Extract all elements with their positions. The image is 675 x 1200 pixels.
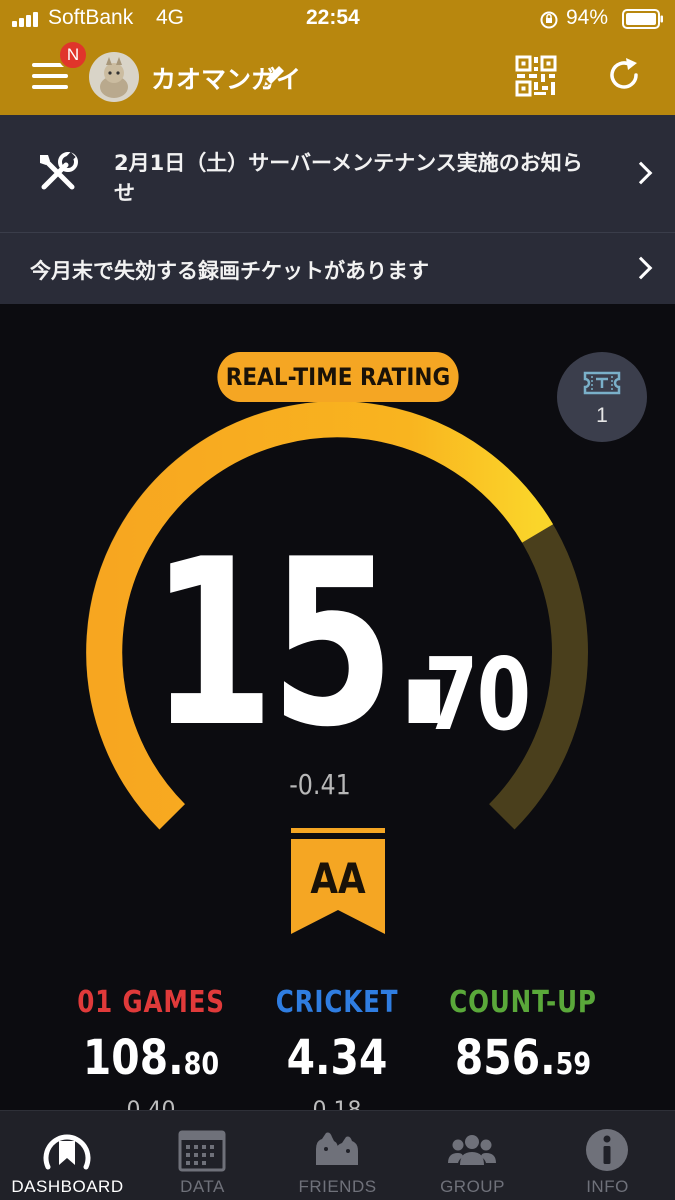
edit-icon[interactable] — [260, 62, 288, 90]
tab-info[interactable]: INFO — [540, 1111, 675, 1200]
carrier-label: SoftBank — [48, 6, 134, 29]
real-time-rating-label: REAL-TIME RATING — [217, 352, 459, 402]
stat-01-games[interactable]: 01 GAMES 108.80 — [56, 985, 246, 1086]
group-icon — [448, 1135, 496, 1165]
notification-badge: N — [58, 40, 88, 70]
tab-label: GROUP — [440, 1177, 505, 1196]
maintenance-notice[interactable]: 2月1日（土）サーバーメンテナンス実施のお知ら せ — [0, 115, 675, 232]
stat-label: COUNT-UP — [449, 985, 597, 1020]
tab-data[interactable]: DATA — [135, 1111, 270, 1200]
network-label: 4G — [156, 6, 185, 29]
stat-label: CRICKET — [275, 985, 399, 1020]
data-icon — [178, 1130, 226, 1172]
clock: 22:54 — [306, 6, 360, 29]
ticket-expiry-text: 今月末で失効する録画チケットがあります — [30, 259, 429, 283]
tab-bar: DASHBOARD DATA FRIENDS GROUP INFO — [0, 1110, 675, 1200]
chevron-right-icon — [629, 256, 653, 280]
stat-count-up[interactable]: COUNT-UP 856.59 — [428, 985, 618, 1086]
stat-label: 01 GAMES — [77, 985, 225, 1020]
avatar[interactable] — [88, 51, 140, 103]
friends-icon — [316, 1132, 358, 1165]
battery-icon — [622, 9, 663, 29]
rotation-lock-icon — [540, 11, 558, 29]
rank-label: AA — [310, 854, 366, 903]
app-header: N カオマンガイ — [0, 38, 675, 115]
ticket-count: 1 — [596, 404, 608, 427]
battery-percent: 94% — [566, 6, 609, 29]
rating-decimal: 70 — [424, 636, 531, 753]
stat-value: 108.80 — [82, 1030, 220, 1086]
signal-icon — [12, 11, 42, 27]
maintenance-notice-text: 2月1日（土）サーバーメンテナンス実施のお知ら せ — [114, 151, 583, 205]
tab-label: DASHBOARD — [11, 1177, 124, 1196]
tools-icon — [40, 152, 78, 190]
refresh-icon[interactable] — [604, 55, 644, 95]
tab-label: FRIENDS — [298, 1177, 377, 1196]
rating-integer: 15. — [150, 511, 458, 778]
tab-label: INFO — [586, 1177, 629, 1196]
ticket-expiry-notice[interactable]: 今月末で失効する録画チケットがあります — [0, 232, 675, 304]
qr-code-icon[interactable] — [515, 55, 557, 97]
tab-group[interactable]: GROUP — [405, 1111, 540, 1200]
stat-value: 4.34 — [286, 1030, 388, 1086]
tab-dashboard[interactable]: DASHBOARD — [0, 1111, 135, 1200]
ticket-icon — [583, 371, 621, 395]
dashboard-icon — [43, 1134, 91, 1170]
info-icon — [586, 1129, 628, 1171]
chevron-right-icon — [629, 161, 653, 185]
stat-cricket[interactable]: CRICKET 4.34 — [242, 985, 432, 1086]
ticket-button[interactable]: 1 — [557, 352, 647, 442]
tab-friends[interactable]: FRIENDS — [270, 1111, 405, 1200]
rating-delta: -0.41 — [289, 768, 351, 801]
stat-value: 856.59 — [454, 1030, 592, 1086]
tab-label: DATA — [180, 1177, 225, 1196]
status-bar: SoftBank 4G 22:54 94% — [0, 0, 675, 38]
